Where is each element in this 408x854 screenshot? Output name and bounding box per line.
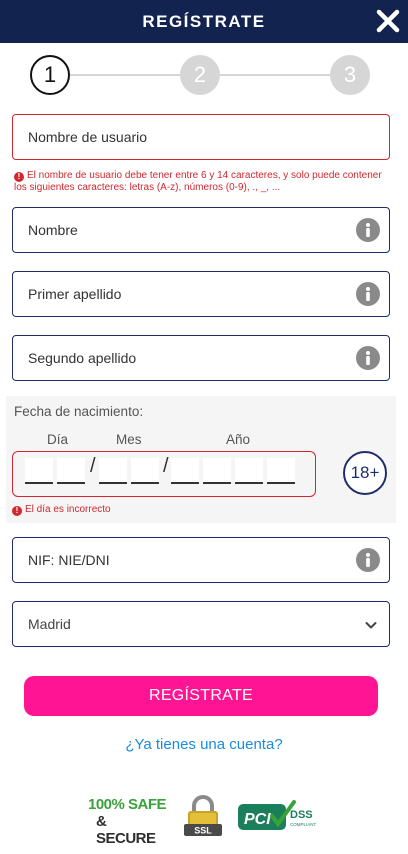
chevron-down-icon xyxy=(365,622,377,629)
ssl-lock-icon: SSL xyxy=(184,795,222,836)
info-icon[interactable] xyxy=(356,218,380,242)
province-selected: Madrid xyxy=(28,616,71,632)
month-label: Mes xyxy=(116,432,142,447)
nif-placeholder: NIF: NIE/DNI xyxy=(28,552,110,568)
modal-title: REGÍSTRATE xyxy=(142,12,266,31)
day-digit-1[interactable] xyxy=(25,458,53,484)
error-icon: ! xyxy=(14,172,24,182)
step-2: 2 xyxy=(180,55,220,95)
info-icon[interactable] xyxy=(356,282,380,306)
username-error-text: El nombre de usuario debe tener entre 6 … xyxy=(14,170,382,193)
info-icon[interactable] xyxy=(356,346,380,370)
pci-dss-badge: PCI DSS COMPLIANT xyxy=(238,800,317,830)
birth-date-error-text: El día es incorrecto xyxy=(25,504,111,515)
province-select[interactable]: Madrid xyxy=(12,601,390,647)
last-name-1-field[interactable]: Primer apellido xyxy=(12,271,390,317)
login-link[interactable]: ¿Ya tienes una cuenta? xyxy=(0,736,408,753)
close-button[interactable] xyxy=(375,8,401,34)
register-button[interactable]: REGÍSTRATE xyxy=(24,676,378,716)
birth-date-section: Fecha de nacimiento: Día Mes Año / / 18+… xyxy=(6,396,396,523)
error-icon: ! xyxy=(12,506,22,516)
birth-date-input: / / xyxy=(12,451,316,497)
close-icon xyxy=(376,9,400,33)
step-1: 1 xyxy=(30,55,70,95)
registration-modal: REGÍSTRATE 1 2 3 Nombre de usuario ! El n… xyxy=(0,0,408,854)
dss-sub-label: COMPLIANT xyxy=(290,822,317,827)
month-digit-2[interactable] xyxy=(131,458,159,484)
year-digit-1[interactable] xyxy=(171,458,199,484)
first-name-field[interactable]: Nombre xyxy=(12,207,390,253)
birth-date-title: Fecha de nacimiento: xyxy=(14,404,144,419)
nif-field[interactable]: NIF: NIE/DNI xyxy=(12,537,390,583)
year-digit-4[interactable] xyxy=(267,458,295,484)
date-separator: / xyxy=(163,455,169,477)
step-3: 3 xyxy=(330,55,370,95)
modal-header: REGÍSTRATE xyxy=(0,0,408,43)
safe-badge-line2: & SECURE xyxy=(96,813,156,847)
step-connector xyxy=(220,74,332,76)
info-icon[interactable] xyxy=(356,548,380,572)
last-name-2-placeholder: Segundo apellido xyxy=(28,350,137,366)
username-field[interactable]: Nombre de usuario xyxy=(12,114,390,160)
username-placeholder: Nombre de usuario xyxy=(28,129,148,145)
safe-badge-line1: 100% SAFE xyxy=(88,796,167,813)
day-label: Día xyxy=(47,432,69,447)
pci-label: PCI xyxy=(244,811,271,828)
year-digit-2[interactable] xyxy=(203,458,231,484)
username-error: ! El nombre de usuario debe tener entre 6… xyxy=(14,170,394,194)
step-connector xyxy=(70,74,182,76)
last-name-1-placeholder: Primer apellido xyxy=(28,286,122,302)
age-18-badge: 18+ xyxy=(343,451,387,495)
day-digit-2[interactable] xyxy=(57,458,85,484)
birth-date-error: ! El día es incorrecto xyxy=(12,504,111,516)
year-digit-3[interactable] xyxy=(235,458,263,484)
year-label: Año xyxy=(226,432,251,447)
month-digit-1[interactable] xyxy=(99,458,127,484)
first-name-placeholder: Nombre xyxy=(28,222,78,238)
last-name-2-field[interactable]: Segundo apellido xyxy=(12,335,390,381)
date-separator: / xyxy=(90,455,96,477)
progress-stepper: 1 2 3 xyxy=(0,52,408,98)
ssl-label: SSL xyxy=(194,826,212,836)
safe-secure-badge: 100% SAFE & SECURE xyxy=(86,796,168,847)
dss-label: DSS xyxy=(290,809,313,821)
